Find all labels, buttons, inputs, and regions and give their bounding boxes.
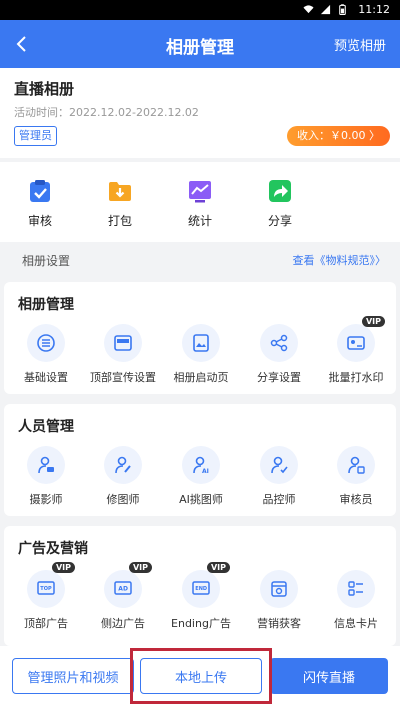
album-info-card: 直播相册 活动时间：2022.12.02-2022.12.02 管理员 收入：￥…	[0, 68, 400, 158]
ai-person-icon: AI	[193, 456, 209, 475]
tile-label: 批量打水印	[328, 371, 384, 384]
action-package[interactable]: 打包	[90, 178, 150, 229]
tile-ending-ad[interactable]: END VIP Ending广告	[162, 562, 240, 631]
end-ad-icon: END	[192, 581, 210, 595]
signal-icon	[320, 4, 331, 15]
side-ad-icon: AD	[114, 581, 132, 595]
activity-time: 活动时间：2022.12.02-2022.12.02	[14, 104, 199, 120]
image-icon	[193, 334, 209, 352]
section-title: 人员管理	[18, 419, 74, 435]
album-settings-label: 相册设置	[22, 254, 71, 268]
activity-time-value: 2022.12.02-2022.12.02	[69, 106, 199, 119]
action-review[interactable]: 审核	[10, 178, 70, 229]
action-label: 统计	[187, 214, 212, 228]
tile-label: 品控师	[262, 493, 296, 506]
flash-live-button[interactable]: 闪传直播	[270, 658, 388, 694]
quality-person-icon	[271, 456, 288, 474]
album-management-section: 相册管理 基础设置 顶部宣传设置 相册启动页 分享设置 VIP 批量打水印	[4, 282, 396, 394]
camera-person-icon	[38, 456, 54, 474]
svg-text:END: END	[195, 586, 207, 592]
tile-launch-page[interactable]: 相册启动页	[162, 324, 240, 385]
top-ad-icon: TOP	[37, 581, 55, 595]
tile-side-ad[interactable]: AD VIP 侧边广告	[84, 562, 162, 631]
share-arrow-icon	[269, 180, 291, 202]
tile-quality-control[interactable]: 品控师	[240, 446, 318, 507]
status-icons	[303, 4, 348, 15]
tile-label: 营销获客	[257, 617, 301, 630]
section-title: 相册管理	[18, 297, 74, 313]
tile-label: 顶部宣传设置	[90, 371, 156, 384]
tile-label: 修图师	[106, 493, 140, 506]
vip-badge: VIP	[361, 316, 385, 327]
tile-label: Ending广告	[171, 617, 231, 630]
album-settings-row: 相册设置 查看《物料规范》〉	[0, 244, 400, 274]
album-name: 直播相册	[14, 80, 75, 98]
vip-badge: VIP	[51, 562, 75, 573]
vip-badge: VIP	[206, 562, 230, 573]
status-time: 11:12	[358, 3, 390, 16]
action-label: 审核	[27, 214, 52, 228]
chart-icon	[189, 181, 211, 203]
tile-label: 相册启动页	[173, 371, 229, 384]
action-label: 打包	[107, 214, 132, 228]
list-icon	[37, 334, 55, 352]
role-badge: 管理员	[14, 126, 57, 146]
tile-retoucher[interactable]: 修图师	[84, 446, 162, 507]
tile-info-card[interactable]: 信息卡片	[317, 570, 395, 631]
highlight-annotation	[130, 648, 272, 704]
svg-text:TOP: TOP	[40, 586, 52, 592]
info-card-icon	[348, 581, 363, 596]
ads-marketing-section: 广告及营销 TOP VIP 顶部广告 AD VIP 侧边广告 END VIP Endi…	[4, 526, 396, 646]
tile-top-banner-settings[interactable]: 顶部宣传设置	[84, 324, 162, 385]
tile-label: 侧边广告	[101, 617, 145, 630]
app-header: 相册管理 预览相册	[0, 20, 400, 68]
tile-reviewer[interactable]: 审核员	[317, 446, 395, 507]
retouch-person-icon	[115, 456, 131, 474]
preview-album-button[interactable]: 预览相册	[334, 35, 386, 54]
material-spec-link[interactable]: 查看《物料规范》〉	[293, 252, 387, 268]
manage-media-button[interactable]: 管理照片和视频	[12, 658, 134, 694]
share-nodes-icon	[270, 334, 288, 352]
tile-label: 分享设置	[257, 371, 301, 384]
vip-badge: VIP	[128, 562, 152, 573]
tile-label: 摄影师	[29, 493, 63, 506]
tile-label: 信息卡片	[334, 617, 378, 630]
status-bar: 11:12	[0, 0, 400, 20]
tile-label: 基础设置	[24, 371, 68, 384]
folder-download-icon	[109, 182, 131, 201]
tile-label: 审核员	[339, 493, 373, 506]
tile-basic-settings[interactable]: 基础设置	[7, 324, 85, 385]
tile-top-ad[interactable]: TOP VIP 顶部广告	[7, 562, 85, 631]
tile-photographer[interactable]: 摄影师	[7, 446, 85, 507]
reviewer-person-icon	[348, 456, 365, 474]
income-button[interactable]: 收入：￥0.00 〉	[287, 126, 390, 146]
svg-text:AD: AD	[118, 586, 128, 593]
clipboard-check-icon	[30, 180, 50, 202]
battery-icon	[339, 4, 346, 15]
tile-label: 顶部广告	[24, 617, 68, 630]
people-management-section: 人员管理 摄影师 修图师 AI AI挑图师 品控师 审核员	[4, 404, 396, 516]
marketing-icon	[271, 581, 287, 597]
tile-share-settings[interactable]: 分享设置	[240, 324, 318, 385]
action-label: 分享	[267, 214, 292, 228]
action-stats[interactable]: 统计	[170, 178, 230, 229]
svg-text:AI: AI	[202, 468, 209, 475]
wifi-icon	[303, 5, 314, 14]
quick-actions: 审核 打包 统计 分享	[0, 162, 400, 242]
action-share[interactable]: 分享	[250, 178, 310, 229]
tile-label: AI挑图师	[179, 493, 223, 506]
section-title: 广告及营销	[18, 541, 88, 557]
tile-ai-picker[interactable]: AI AI挑图师	[162, 446, 240, 507]
tile-marketing[interactable]: 营销获客	[240, 570, 318, 631]
watermark-icon	[347, 336, 365, 350]
activity-time-label: 活动时间：	[14, 106, 69, 119]
banner-icon	[114, 335, 132, 351]
tile-batch-watermark[interactable]: VIP 批量打水印	[317, 316, 395, 385]
